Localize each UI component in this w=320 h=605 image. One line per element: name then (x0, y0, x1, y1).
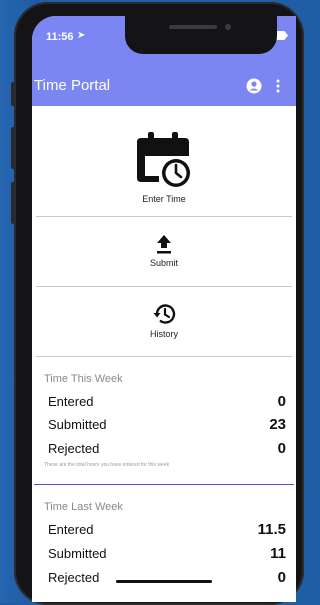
last-week-title: Time Last Week (44, 501, 123, 513)
row-label: Rejected (48, 570, 100, 585)
divider (36, 356, 292, 357)
app-bar: Time Portal (32, 66, 296, 106)
more-vert-icon[interactable] (275, 78, 281, 94)
app-title: Time Portal (34, 77, 111, 94)
section-divider (34, 484, 294, 485)
this-week-row-submitted: Submitted 23 (48, 416, 286, 433)
volume-down-button (11, 182, 15, 224)
submit-tile[interactable]: Submit (36, 217, 292, 285)
this-week-row-entered: Entered 0 (48, 393, 286, 410)
enter-time-label: Enter Time (142, 194, 186, 204)
row-value: 23 (269, 416, 286, 433)
upload-icon (157, 235, 171, 254)
app-screen: 11:56 ➤ Time Portal Enter Time Submit Hi… (32, 16, 296, 602)
history-icon (153, 304, 176, 324)
home-indicator[interactable] (116, 580, 212, 583)
status-time: 11:56 (46, 31, 74, 43)
submit-label: Submit (149, 258, 178, 268)
row-value: 0 (277, 569, 286, 586)
enter-time-tile[interactable]: Enter Time (36, 106, 292, 230)
account-circle-icon[interactable] (246, 78, 262, 94)
side-button (11, 82, 15, 106)
location-arrow-icon: ➤ (77, 30, 86, 41)
last-week-row-submitted: Submitted 11 (48, 545, 286, 562)
calendar-clock-icon (137, 132, 190, 187)
notch (125, 16, 277, 54)
row-label: Submitted (48, 546, 107, 561)
speaker-grille (169, 25, 217, 29)
row-value: 11 (270, 545, 286, 562)
row-value: 11.5 (257, 521, 286, 538)
row-label: Entered (48, 394, 94, 409)
row-value: 0 (277, 440, 286, 457)
last-week-row-rejected: Rejected 0 (48, 569, 286, 586)
status-bar: 11:56 ➤ (32, 16, 296, 66)
this-week-row-rejected: Rejected 0 (48, 440, 286, 457)
row-label: Entered (48, 522, 94, 537)
this-week-note: These are the total hours you have enter… (44, 462, 170, 468)
front-camera (225, 24, 231, 30)
history-tile[interactable]: History (36, 287, 292, 355)
last-week-row-entered: Entered 11.5 (48, 521, 286, 538)
row-label: Rejected (48, 441, 100, 456)
history-label: History (149, 329, 178, 339)
volume-up-button (11, 127, 15, 169)
row-label: Submitted (48, 417, 107, 432)
row-value: 0 (277, 393, 286, 410)
this-week-title: Time This Week (44, 373, 123, 385)
